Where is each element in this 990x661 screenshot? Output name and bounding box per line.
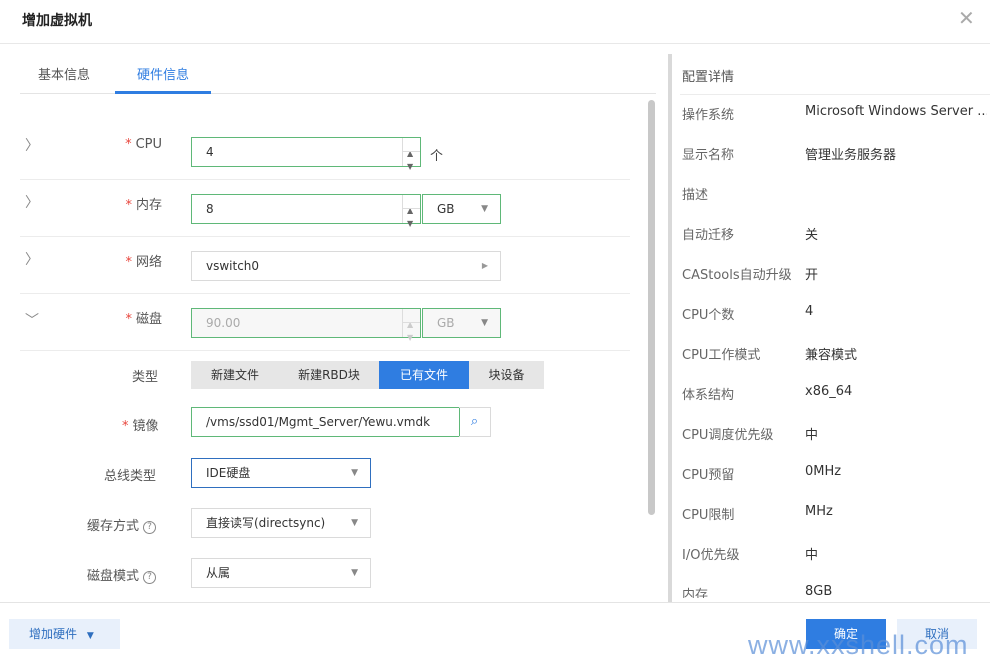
tab-basic-info[interactable]: 基本信息 (38, 64, 90, 94)
detail-row: CPU工作模式 兼容模式 (682, 344, 990, 364)
disk-mode-label: 磁盘模式? (87, 565, 157, 584)
cache-mode-label: 缓存方式? (87, 515, 157, 534)
network-select[interactable]: vswitch0 ▶ (191, 251, 501, 281)
disk-spin[interactable]: ▲ ▼ (402, 309, 420, 342)
detail-row: CPU预留 0MHz (682, 464, 990, 484)
memory-spin[interactable]: ▲ ▼ (402, 195, 420, 228)
detail-key: CPU预留 (682, 468, 735, 483)
arrow-down-icon[interactable]: ▼ (407, 153, 413, 181)
detail-key: 体系结构 (682, 388, 735, 403)
detail-row: CPU限制 MHz (682, 504, 990, 524)
detail-key: 自动迁移 (682, 228, 735, 243)
chevron-right-icon[interactable]: 〉 (25, 135, 39, 155)
dialog-title: 增加虚拟机 (22, 13, 92, 29)
disk-label: * 磁盘 (125, 312, 162, 327)
arrow-down-icon[interactable]: ▼ (407, 324, 413, 352)
detail-row: 描述 (682, 184, 990, 204)
memory-value: 8 (206, 202, 214, 216)
caret-down-icon: ▼ (351, 568, 358, 578)
detail-value: 4 (805, 304, 814, 319)
cpu-stepper[interactable]: 4 ▲ ▼ (191, 137, 421, 171)
detail-row: I/O优先级 中 (682, 544, 990, 564)
detail-row: CPU个数 4 (682, 304, 990, 324)
detail-value: 关 (805, 228, 819, 243)
detail-key: 描述 (682, 188, 709, 203)
detail-key: I/O优先级 (682, 548, 740, 563)
caret-down-icon: ▼ (481, 318, 488, 328)
add-vm-dialog: 增加虚拟机 ✕ 基本信息 硬件信息 〉 * CPU 4 ▲ ▼ 个 〉 * 内存 8 … (0, 0, 990, 660)
caret-down-icon: ▼ (351, 518, 358, 528)
detail-key: CPU调度优先级 (682, 428, 774, 443)
detail-value: MHz (805, 504, 833, 519)
detail-value: 管理业务服务器 (805, 148, 897, 163)
disk-type-block-device[interactable]: 块设备 (469, 361, 544, 389)
help-icon[interactable]: ? (143, 571, 157, 584)
left-panel-scrollbar[interactable] (648, 100, 655, 515)
disk-type-segmented: 新建文件 新建RBD块 已有文件 块设备 (191, 361, 544, 389)
chevron-right-icon[interactable]: 〉 (25, 192, 39, 212)
help-icon[interactable]: ? (143, 521, 157, 534)
detail-value: 中 (805, 548, 819, 563)
memory-stepper[interactable]: 8 ▲ ▼ (191, 194, 421, 228)
chevron-down-icon[interactable]: ﹀ (25, 310, 39, 330)
detail-key: 显示名称 (682, 148, 735, 163)
disk-type-label: 类型 (132, 370, 159, 385)
detail-row: CPU调度优先级 中 (682, 424, 990, 444)
disk-type-new-file[interactable]: 新建文件 (191, 361, 279, 389)
detail-value: 开 (805, 268, 819, 283)
cpu-value: 4 (206, 145, 214, 159)
tab-bar: 基本信息 硬件信息 (20, 54, 656, 94)
panel-divider-scrollbar[interactable] (668, 54, 672, 602)
watermark: www.xxshell.com (748, 630, 969, 660)
close-icon[interactable]: ✕ (958, 6, 975, 30)
caret-down-icon: ▼ (481, 204, 488, 214)
detail-value: 0MHz (805, 464, 842, 479)
cache-mode-select[interactable]: 直接读写(directsync) ▼ (191, 508, 371, 538)
caret-right-icon: ▶ (481, 261, 488, 270)
detail-key: CPU限制 (682, 508, 735, 523)
bus-type-select[interactable]: IDE硬盘 ▼ (191, 458, 371, 488)
memory-label: * 内存 (125, 198, 162, 213)
config-details-heading: 配置详情 (682, 70, 735, 85)
chevron-right-icon[interactable]: 〉 (25, 249, 39, 269)
bus-type-label: 总线类型 (104, 469, 157, 484)
detail-key: CPU工作模式 (682, 348, 761, 363)
caret-down-icon: ▼ (86, 631, 94, 641)
detail-row: CAStools自动升级开 (682, 264, 990, 284)
cpu-unit: 个 (430, 149, 444, 164)
disk-unit-select[interactable]: GB ▼ (422, 308, 501, 338)
detail-row: 显示名称 管理业务服务器 (682, 144, 990, 164)
tab-hardware-info[interactable]: 硬件信息 (115, 64, 211, 94)
detail-value: x86_64 (805, 384, 853, 399)
cpu-label: * CPU (125, 137, 162, 152)
detail-row: 操作系统 Microsoft Windows Server ... (682, 104, 990, 124)
cpu-spin[interactable]: ▲ ▼ (402, 138, 420, 171)
detail-row: 体系结构 x86_64 (682, 384, 990, 404)
disk-mode-select[interactable]: 从属 ▼ (191, 558, 371, 588)
search-icon[interactable]: ⌕ (459, 407, 491, 437)
detail-row: 自动迁移 关 (682, 224, 990, 244)
arrow-down-icon[interactable]: ▼ (407, 210, 413, 238)
memory-unit-select[interactable]: GB ▼ (422, 194, 501, 224)
detail-value: Microsoft Windows Server ... (805, 104, 987, 119)
details-divider (680, 94, 990, 95)
image-label: * 镜像 (122, 419, 159, 434)
disk-size-stepper[interactable]: 90.00 ▲ ▼ (191, 308, 421, 342)
caret-down-icon: ▼ (351, 468, 358, 478)
detail-key: 内存 (682, 588, 709, 598)
detail-row: 内存 8GB (682, 584, 990, 598)
detail-value: 中 (805, 428, 819, 443)
dialog-header: 增加虚拟机 ✕ (0, 0, 990, 44)
detail-key: 操作系统 (682, 108, 735, 123)
detail-value: 8GB (805, 584, 833, 598)
detail-value: 兼容模式 (805, 348, 858, 363)
image-path-input[interactable]: /vms/ssd01/Mgmt_Server/Yewu.vmdk (191, 407, 460, 437)
network-label: * 网络 (125, 255, 162, 270)
detail-key: CPU个数 (682, 308, 735, 323)
disk-type-new-rbd[interactable]: 新建RBD块 (279, 361, 379, 389)
add-hardware-button[interactable]: 增加硬件 ▼ (9, 619, 120, 649)
detail-key: CAStools自动升级 (682, 268, 792, 283)
disk-type-existing-file[interactable]: 已有文件 (379, 361, 469, 389)
